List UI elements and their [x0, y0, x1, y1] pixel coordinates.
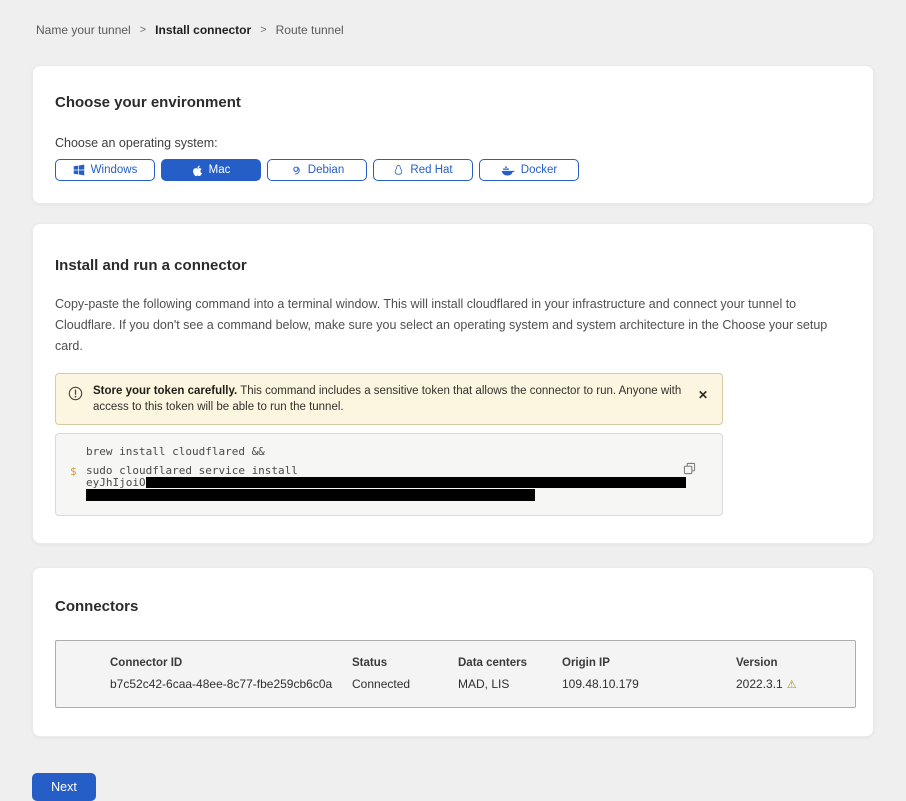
connector-id-value: b7c52c42-6caa-48ee-8c77-fbe259cb6c0a — [110, 677, 352, 691]
warning-close-button[interactable]: ✕ — [698, 389, 708, 401]
install-command-code-block: brew install cloudflared && $ sudo cloud… — [55, 433, 723, 516]
connectors-title: Connectors — [55, 598, 851, 615]
connector-data-centers-value: MAD, LIS — [458, 677, 562, 691]
breadcrumb-name-your-tunnel[interactable]: Name your tunnel — [36, 23, 131, 37]
header-origin-ip: Origin IP — [562, 657, 736, 677]
install-connector-card: Install and run a connector Copy-paste t… — [32, 223, 874, 544]
code-line-brew: brew install cloudflared && — [70, 446, 708, 457]
connector-row: b7c52c42-6caa-48ee-8c77-fbe259cb6c0a Con… — [110, 677, 855, 691]
shell-prompt: $ — [70, 465, 86, 503]
os-select-label: Choose an operating system: — [55, 136, 851, 150]
tunnel-setup-page: Name your tunnel > Install connector > R… — [0, 0, 906, 740]
connectors-table-header: Connector ID Status Data centers Origin … — [110, 657, 855, 677]
windows-logo-icon — [73, 164, 85, 176]
os-button-label: Windows — [91, 164, 138, 176]
os-button-label: Red Hat — [410, 164, 452, 176]
breadcrumb-route-tunnel[interactable]: Route tunnel — [276, 23, 344, 37]
breadcrumb: Name your tunnel > Install connector > R… — [0, 0, 906, 37]
os-button-windows[interactable]: Windows — [55, 159, 155, 181]
os-button-docker[interactable]: Docker — [479, 159, 579, 181]
docker-whale-icon — [501, 165, 515, 176]
breadcrumb-separator: > — [140, 24, 146, 36]
header-status: Status — [352, 657, 458, 677]
breadcrumb-separator: > — [260, 24, 266, 36]
header-version: Version — [736, 657, 855, 677]
os-button-redhat[interactable]: Red Hat — [373, 159, 473, 181]
install-description: Copy-paste the following command into a … — [55, 294, 851, 357]
os-button-row: Windows Mac Debian Red Hat — [55, 159, 851, 181]
header-connector-id: Connector ID — [110, 657, 352, 677]
redacted-token-bar — [146, 477, 686, 488]
os-button-debian[interactable]: Debian — [267, 159, 367, 181]
connectors-card: Connectors Connector ID Status Data cent… — [32, 567, 874, 737]
header-data-centers: Data centers — [458, 657, 562, 677]
os-button-label: Docker — [521, 164, 557, 176]
redhat-logo-icon — [393, 164, 404, 177]
breadcrumb-install-connector[interactable]: Install connector — [155, 23, 251, 37]
code-line-sudo: $ sudo cloudflared service install eyJhI… — [70, 465, 708, 503]
token-line: eyJhIjoiO — [86, 477, 708, 488]
alert-circle-icon — [68, 386, 83, 406]
next-button[interactable]: Next — [32, 773, 96, 801]
connector-status-value: Connected — [352, 677, 458, 691]
version-warning-icon: ⚠ — [787, 678, 797, 691]
copy-icon — [683, 463, 696, 478]
connector-origin-ip-value: 109.48.10.179 — [562, 677, 736, 691]
copy-command-button[interactable] — [683, 462, 696, 478]
choose-environment-title: Choose your environment — [55, 94, 851, 111]
token-warning-text: Store your token carefully. This command… — [93, 383, 682, 415]
apple-logo-icon — [192, 164, 203, 177]
token-warning-banner: Store your token carefully. This command… — [55, 373, 723, 425]
token-warning-bold: Store your token carefully. — [93, 385, 237, 397]
redacted-token-bar — [86, 489, 535, 501]
token-prefix: eyJhIjoiO — [86, 477, 146, 488]
os-button-label: Debian — [308, 164, 344, 176]
debian-swirl-icon — [290, 164, 302, 176]
connector-version-value: 2022.3.1 ⚠ — [736, 677, 855, 691]
install-connector-title: Install and run a connector — [55, 257, 851, 274]
os-button-label: Mac — [209, 164, 231, 176]
os-button-mac[interactable]: Mac — [161, 159, 261, 181]
connectors-table: Connector ID Status Data centers Origin … — [55, 640, 856, 708]
choose-environment-card: Choose your environment Choose an operat… — [32, 65, 874, 204]
